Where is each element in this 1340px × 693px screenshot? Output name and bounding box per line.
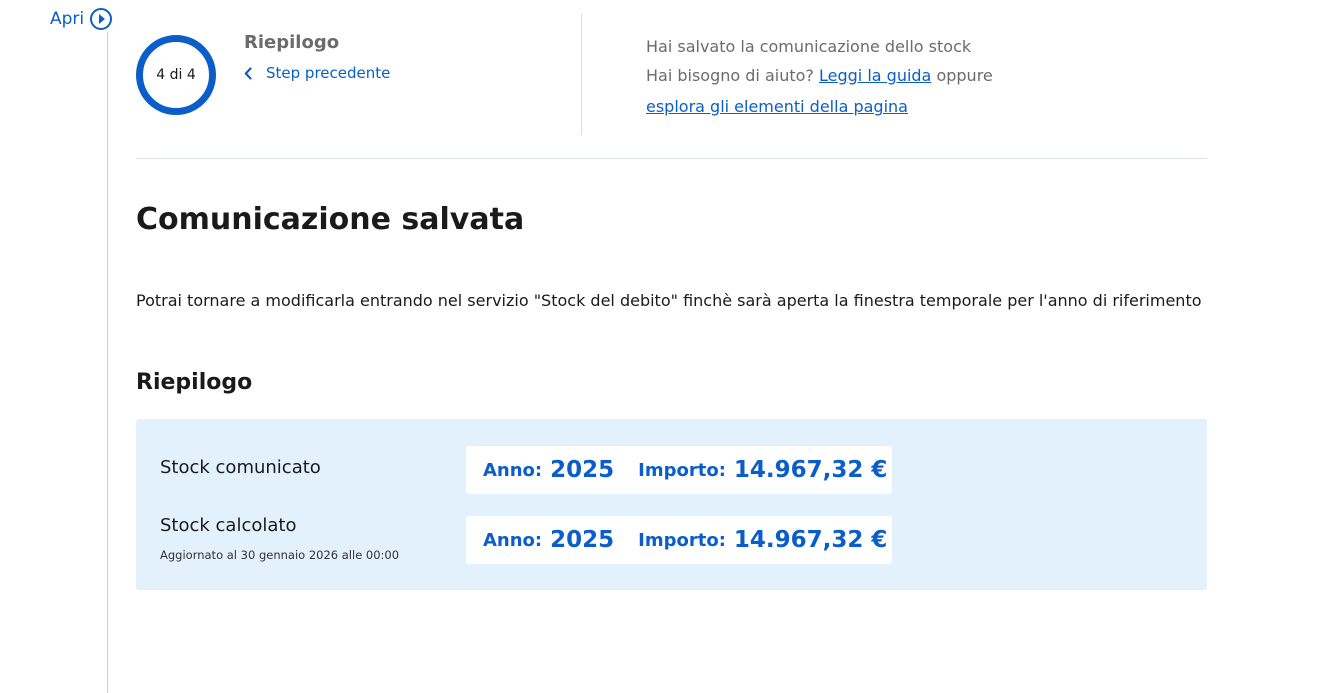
play-circle-icon xyxy=(90,8,113,30)
header-divider xyxy=(136,158,1207,159)
page: Apri 4 di 4 Riepilogo Step precedente Ha… xyxy=(0,0,1340,693)
amount-key: Importo: xyxy=(638,529,726,551)
amount-value: 14.967,32 € xyxy=(733,527,888,553)
page-description: Potrai tornare a modificarla entrando ne… xyxy=(136,291,1202,310)
summary-panel: Stock comunicato Anno: 2025 Importo: 14.… xyxy=(136,419,1207,590)
help-question: Hai bisogno di aiuto? xyxy=(646,66,814,85)
summary-row-label: Stock comunicato xyxy=(160,457,321,478)
summary-title: Riepilogo xyxy=(136,370,253,395)
open-sidebar-toggle[interactable]: Apri xyxy=(50,8,113,30)
year-value: 2025 xyxy=(550,457,615,483)
summary-row-label: Stock calcolato xyxy=(160,515,297,536)
header-vertical-divider xyxy=(581,14,582,135)
year-key: Anno: xyxy=(483,529,543,551)
step-title: Riepilogo xyxy=(244,32,340,53)
summary-row-note: Aggiornato al 30 gennaio 2026 alle 00:00 xyxy=(160,548,400,562)
previous-step-link[interactable]: Step precedente xyxy=(244,64,390,82)
sidebar-rail-line xyxy=(107,32,108,693)
previous-step-label: Step precedente xyxy=(266,64,391,82)
help-question-line: Hai bisogno di aiuto? Leggi la guida opp… xyxy=(646,61,993,90)
open-label: Apri xyxy=(50,9,85,29)
chevron-left-icon xyxy=(244,66,252,80)
amount-key: Importo: xyxy=(638,459,726,481)
step-progress-label: 4 di 4 xyxy=(156,67,196,83)
page-title: Comunicazione salvata xyxy=(136,202,525,237)
save-status-text: Hai salvato la comunicazione dello stock xyxy=(646,37,972,56)
year-value: 2025 xyxy=(550,527,615,553)
summary-value-card: Anno: 2025 Importo: 14.967,32 € xyxy=(466,446,892,494)
summary-value-card: Anno: 2025 Importo: 14.967,32 € xyxy=(466,516,892,564)
explore-page-elements-link[interactable]: esplora gli elementi della pagina xyxy=(646,97,908,116)
read-guide-link[interactable]: Leggi la guida xyxy=(819,66,931,85)
step-progress-ring: 4 di 4 xyxy=(136,35,216,115)
help-block: Hai salvato la comunicazione dello stock… xyxy=(646,32,993,121)
help-or-text: oppure xyxy=(936,66,993,85)
year-key: Anno: xyxy=(483,459,543,481)
amount-value: 14.967,32 € xyxy=(733,457,888,483)
